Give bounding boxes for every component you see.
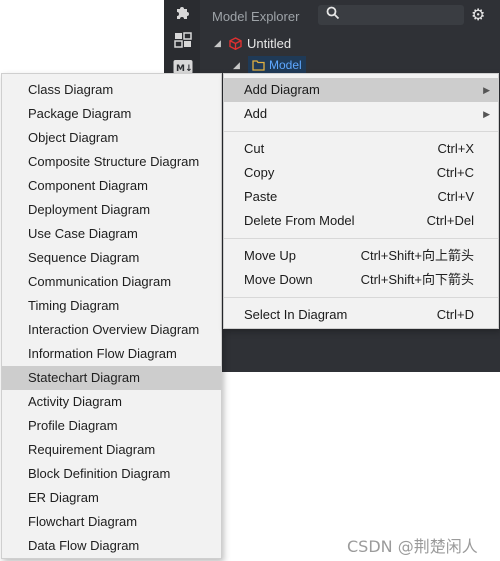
menu-item-paste[interactable]: Paste Ctrl+V — [224, 185, 498, 209]
add-diagram-submenu: Class Diagram Package Diagram Object Diagr… — [1, 73, 222, 559]
submenu-item-statechart-diagram[interactable]: Statechart Diagram — [2, 366, 221, 390]
menu-separator — [224, 238, 498, 239]
menu-item-label: Cut — [244, 141, 265, 156]
menu-item-label: Copy — [244, 165, 275, 180]
tree-item-model[interactable]: ◢ Model — [233, 56, 306, 74]
menu-item-select-in-diagram[interactable]: Select In Diagram Ctrl+D — [224, 303, 498, 327]
submenu-item-profile-diagram[interactable]: Profile Diagram — [2, 414, 221, 438]
tree-item-label: Untitled — [247, 35, 292, 51]
menu-item-cut[interactable]: Cut Ctrl+X — [224, 137, 498, 161]
menu-item-label: Delete From Model — [244, 213, 355, 228]
submenu-arrow-icon: ▶ — [483, 109, 490, 119]
submenu-item-activity-diagram[interactable]: Activity Diagram — [2, 390, 221, 414]
submenu-item-package-diagram[interactable]: Package Diagram — [2, 102, 221, 126]
submenu-item-interaction-overview-diagram[interactable]: Interaction Overview Diagram — [2, 318, 221, 342]
submenu-item-requirement-diagram[interactable]: Requirement Diagram — [2, 438, 221, 462]
tree-item-untitled[interactable]: ◢ Untitled — [214, 34, 291, 52]
menu-item-shortcut: Ctrl+Del — [426, 213, 474, 228]
watermark-text: CSDN @荆楚闲人 — [347, 537, 478, 556]
submenu-item-flowchart-diagram[interactable]: Flowchart Diagram — [2, 510, 221, 534]
menu-separator — [224, 297, 498, 298]
menu-item-label: Move Down — [244, 272, 313, 287]
search-icon — [326, 6, 340, 23]
menu-item-label: Add Diagram — [244, 82, 320, 97]
menu-item-delete-from-model[interactable]: Delete From Model Ctrl+Del — [224, 209, 498, 233]
explorer-title: Model Explorer — [212, 9, 300, 24]
menu-item-shortcut: Ctrl+Shift+向下箭头 — [360, 272, 474, 287]
menu-item-shortcut: Ctrl+X — [437, 141, 474, 156]
submenu-arrow-icon: ▶ — [483, 85, 490, 95]
gear-icon[interactable]: ⚙ — [471, 5, 485, 25]
menu-item-label: Select In Diagram — [244, 307, 348, 322]
menu-item-label: Move Up — [244, 248, 297, 263]
submenu-item-component-diagram[interactable]: Component Diagram — [2, 174, 221, 198]
menu-separator — [224, 131, 498, 132]
submenu-item-timing-diagram[interactable]: Timing Diagram — [2, 294, 221, 318]
caret-down-icon[interactable]: ◢ — [233, 60, 243, 71]
menu-item-label: Add — [244, 106, 268, 121]
submenu-item-information-flow-diagram[interactable]: Information Flow Diagram — [2, 342, 221, 366]
menu-item-shortcut: Ctrl+V — [437, 189, 474, 204]
submenu-item-class-diagram[interactable]: Class Diagram — [2, 78, 221, 102]
context-menu: Add Diagram ▶ Add ▶ Cut Ctrl+X Copy Ctrl… — [223, 73, 499, 329]
submenu-item-use-case-diagram[interactable]: Use Case Diagram — [2, 222, 221, 246]
tree-item-model-selected[interactable]: Model — [248, 56, 306, 74]
menu-item-label: Paste — [244, 189, 278, 204]
submenu-item-er-diagram[interactable]: ER Diagram — [2, 486, 221, 510]
extension-icon[interactable] — [172, 2, 194, 24]
menu-item-shortcut: Ctrl+Shift+向上箭头 — [360, 248, 474, 263]
caret-down-icon[interactable]: ◢ — [214, 38, 224, 49]
menu-item-copy[interactable]: Copy Ctrl+C — [224, 161, 498, 185]
menu-item-add-diagram[interactable]: Add Diagram ▶ — [224, 78, 498, 102]
submenu-item-sequence-diagram[interactable]: Sequence Diagram — [2, 246, 221, 270]
tree-item-label: Model — [269, 58, 302, 72]
menu-item-add[interactable]: Add ▶ — [224, 102, 498, 126]
menu-item-move-up[interactable]: Move Up Ctrl+Shift+向上箭头 — [224, 244, 498, 268]
menu-item-shortcut: Ctrl+D — [436, 307, 474, 322]
layout-icon[interactable] — [172, 29, 194, 51]
submenu-item-block-definition-diagram[interactable]: Block Definition Diagram — [2, 462, 221, 486]
project-cube-icon — [229, 36, 242, 50]
submenu-item-communication-diagram[interactable]: Communication Diagram — [2, 270, 221, 294]
submenu-item-object-diagram[interactable]: Object Diagram — [2, 126, 221, 150]
package-folder-icon — [252, 60, 265, 71]
submenu-item-composite-structure-diagram[interactable]: Composite Structure Diagram — [2, 150, 221, 174]
submenu-item-data-flow-diagram[interactable]: Data Flow Diagram — [2, 534, 221, 558]
menu-item-move-down[interactable]: Move Down Ctrl+Shift+向下箭头 — [224, 268, 498, 292]
submenu-item-deployment-diagram[interactable]: Deployment Diagram — [2, 198, 221, 222]
menu-item-shortcut: Ctrl+C — [436, 165, 474, 180]
